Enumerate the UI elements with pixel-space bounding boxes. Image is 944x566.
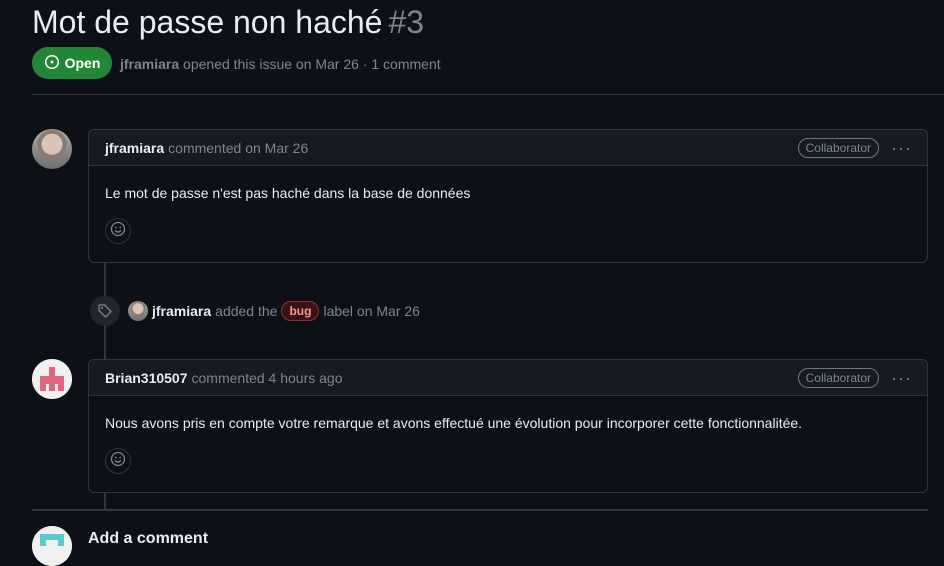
collaborator-badge: Collaborator bbox=[797, 137, 879, 158]
event-action-suffix: label on Mar 26 bbox=[323, 303, 420, 319]
current-user-avatar[interactable] bbox=[32, 526, 72, 566]
kebab-horizontal-icon[interactable]: ··· bbox=[891, 139, 911, 157]
comment-timestamp[interactable]: commented on Mar 26 bbox=[168, 140, 308, 156]
comment-author[interactable]: Brian310507 bbox=[105, 370, 188, 386]
issue-opened-icon bbox=[44, 54, 60, 73]
comment-header: jframiara commented on Mar 26 Collaborat… bbox=[89, 130, 927, 166]
comment-author[interactable]: jframiara bbox=[105, 140, 164, 156]
timeline-label-event: jframiara added the bug label on Mar 26 bbox=[90, 296, 420, 326]
timeline-end-divider bbox=[32, 509, 928, 511]
comment-header: Brian310507 commented 4 hours ago Collab… bbox=[89, 360, 927, 396]
bug-label[interactable]: bug bbox=[281, 301, 320, 321]
avatar[interactable] bbox=[32, 129, 72, 169]
issue-number: #3 bbox=[388, 4, 425, 40]
issue-state-label: Open bbox=[64, 55, 101, 71]
tag-icon bbox=[90, 296, 120, 326]
collaborator-badge: Collaborator bbox=[797, 367, 879, 388]
issue-state-badge: Open bbox=[32, 47, 112, 79]
comment-card: jframiara commented on Mar 26 Collaborat… bbox=[88, 129, 928, 263]
add-comment-heading: Add a comment bbox=[88, 530, 209, 547]
smiley-icon bbox=[110, 451, 126, 472]
issue-author-link[interactable]: jframiara bbox=[120, 56, 179, 72]
event-author[interactable]: jframiara bbox=[152, 303, 211, 319]
add-reaction-button[interactable] bbox=[105, 448, 131, 474]
timeline-connector bbox=[104, 492, 106, 510]
comment-card: Brian310507 commented 4 hours ago Collab… bbox=[88, 359, 928, 493]
comment-timestamp[interactable]: commented 4 hours ago bbox=[192, 370, 343, 386]
smiley-icon bbox=[110, 221, 126, 242]
issue-title: Mot de passe non haché #3 bbox=[32, 0, 424, 44]
event-action-text: added the bbox=[215, 303, 278, 319]
issue-title-text: Mot de passe non haché bbox=[32, 4, 383, 40]
avatar[interactable] bbox=[32, 359, 72, 399]
comment-body: Nous avons pris en compte votre remarque… bbox=[105, 415, 803, 431]
header-divider bbox=[32, 94, 944, 95]
comment-body: Le mot de passe n'est pas haché dans la … bbox=[105, 185, 471, 201]
add-reaction-button[interactable] bbox=[105, 218, 131, 244]
event-avatar[interactable] bbox=[128, 301, 148, 321]
issue-meta: jframiara opened this issue on Mar 26 · … bbox=[120, 55, 441, 73]
kebab-horizontal-icon[interactable]: ··· bbox=[891, 369, 911, 387]
issue-meta-text: opened this issue on Mar 26 · 1 comment bbox=[183, 56, 441, 72]
